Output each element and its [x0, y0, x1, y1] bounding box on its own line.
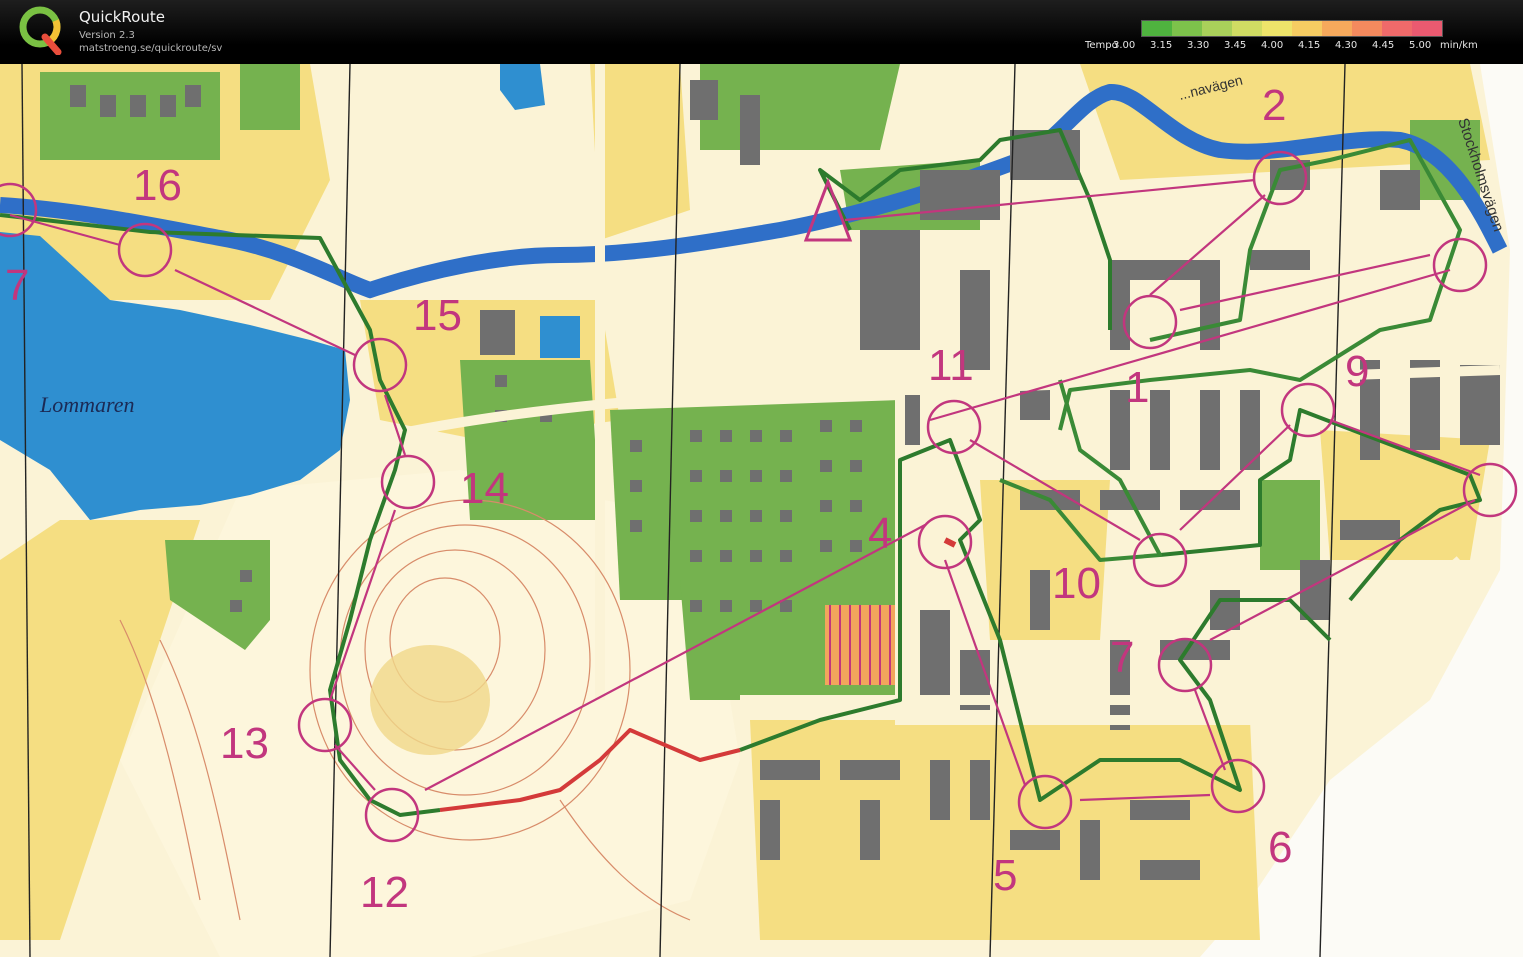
control-number-7-left: 7 — [5, 261, 29, 310]
control-number-2: 2 — [1262, 81, 1286, 130]
app-version: Version 2.3 — [79, 30, 135, 41]
hatched-area — [825, 605, 895, 685]
legend-tick: 5.00 — [1409, 40, 1432, 51]
control-number-13: 13 — [220, 719, 269, 768]
tempo-color-segment — [1172, 21, 1202, 36]
quickroute-logo-icon — [19, 6, 62, 55]
legend-tick: 3.30 — [1187, 40, 1210, 51]
legend-tick: 4.30 — [1335, 40, 1358, 51]
control-number-10: 10 — [1052, 559, 1101, 608]
legend-tick: 4.15 — [1298, 40, 1321, 51]
app-url: matstroeng.se/quickroute/sv — [79, 43, 223, 54]
legend-tick: 3.15 — [1150, 40, 1173, 51]
legend-unit: min/km — [1440, 40, 1478, 51]
control-number-1: 1 — [1125, 363, 1149, 412]
tempo-color-segment — [1412, 21, 1442, 36]
pond — [540, 316, 580, 358]
legend-tick: 3.00 — [1113, 40, 1136, 51]
tempo-color-segment — [1232, 21, 1262, 36]
open-hilltop — [370, 645, 490, 755]
tempo-color-segment — [1322, 21, 1352, 36]
legend-caption: Tempo — [1085, 40, 1118, 51]
control-number-11: 11 — [928, 341, 974, 390]
legend-tick: 3.45 — [1224, 40, 1247, 51]
tempo-color-segment — [1202, 21, 1232, 36]
control-number-7: 7 — [1110, 633, 1134, 682]
tempo-color-segment — [1262, 21, 1292, 36]
orienteering-map[interactable]: 1 2 4 5 6 7 9 10 11 12 13 14 15 16 7 Lom… — [0, 64, 1523, 957]
tempo-color-segment — [1352, 21, 1382, 36]
control-number-9: 9 — [1345, 347, 1369, 396]
app-header: QuickRoute Version 2.3 matstroeng.se/qui… — [0, 0, 1523, 64]
tempo-color-scale — [1141, 20, 1443, 37]
tempo-color-segment — [1382, 21, 1412, 36]
lake-name-label: Lommaren — [39, 392, 135, 417]
legend-tick: 4.00 — [1261, 40, 1284, 51]
control-number-6: 6 — [1268, 823, 1292, 872]
tempo-color-segment — [1142, 21, 1172, 36]
tempo-legend-labels: Tempo 3.00 3.15 3.30 3.45 4.00 4.15 4.30… — [1085, 40, 1478, 51]
control-number-4: 4 — [868, 509, 892, 558]
control-number-14: 14 — [460, 464, 509, 513]
control-number-15: 15 — [413, 291, 462, 340]
control-number-5: 5 — [993, 851, 1017, 900]
control-number-16: 16 — [133, 161, 182, 210]
legend-tick: 4.45 — [1372, 40, 1395, 51]
control-number-12: 12 — [360, 868, 409, 917]
tempo-color-segment — [1292, 21, 1322, 36]
app-title: QuickRoute — [79, 8, 165, 26]
